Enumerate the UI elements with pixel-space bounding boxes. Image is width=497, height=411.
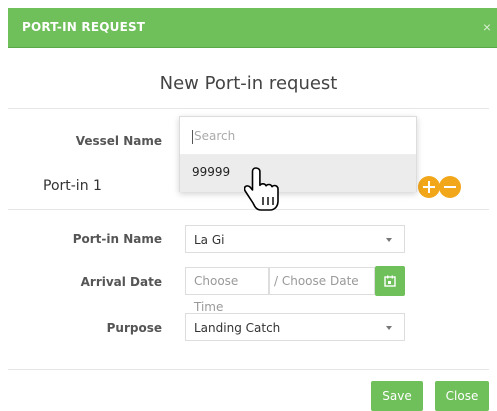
close-icon[interactable]: × [483, 19, 491, 35]
purpose-value: Landing Catch [194, 321, 281, 335]
chevron-down-icon [386, 326, 392, 330]
purpose-select[interactable]: Landing Catch [185, 313, 405, 341]
vessel-search-placeholder: Search [194, 129, 236, 143]
modal-title: New Port-in request [159, 73, 338, 94]
arrival-date-label: Arrival Date [80, 275, 162, 289]
portin-name-value: La Gi [194, 233, 225, 247]
calendar-icon [384, 275, 396, 287]
vessel-option[interactable]: 99999 [180, 155, 416, 192]
save-button[interactable]: Save [371, 381, 423, 411]
portin-section-title: Port-in 1 [43, 178, 102, 194]
portin-name-select[interactable]: La Gi [185, 225, 405, 253]
divider-footer [8, 369, 489, 370]
vessel-search-input[interactable]: Search [180, 117, 416, 155]
vessel-dropdown: Search 99999 [179, 116, 417, 192]
hand-pointer-icon [244, 167, 279, 211]
portin-name-label: Port-in Name [72, 232, 162, 246]
calendar-button[interactable] [375, 266, 405, 296]
purpose-label: Purpose [106, 321, 162, 335]
vessel-name-label: Vessel Name [75, 134, 162, 148]
vessel-option-label: 99999 [192, 165, 231, 179]
arrival-time-input[interactable]: Choose Time [185, 267, 269, 314]
add-portin-icon[interactable] [418, 176, 440, 198]
chevron-down-icon [386, 238, 392, 242]
modal-header-title: PORT-IN REQUEST [22, 20, 146, 34]
remove-portin-icon[interactable] [439, 176, 461, 198]
divider-top [8, 108, 489, 109]
arrival-date-input[interactable]: / Choose Date [269, 267, 375, 295]
close-button[interactable]: Close [435, 381, 489, 411]
text-cursor [192, 130, 193, 144]
modal-header: PORT-IN REQUEST × [8, 8, 497, 48]
